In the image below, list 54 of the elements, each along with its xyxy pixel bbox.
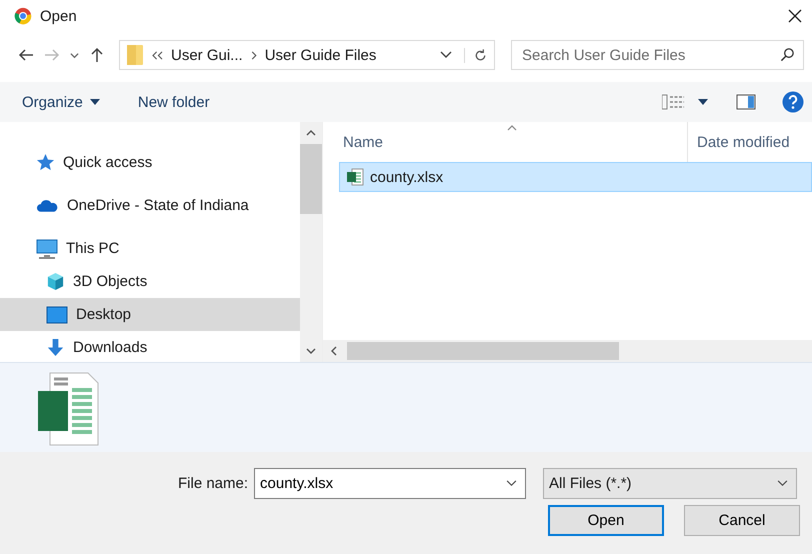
sort-icon	[507, 125, 517, 131]
search-field[interactable]: Search User Guide Files	[511, 40, 804, 70]
scroll-down-icon[interactable]	[306, 348, 316, 354]
scrollbar[interactable]	[300, 122, 322, 362]
caret-icon[interactable]	[698, 99, 708, 105]
scroll-thumb[interactable]	[347, 342, 619, 360]
preview-pane-icon[interactable]	[736, 94, 756, 110]
window-title: Open	[40, 8, 78, 24]
view-options-icon[interactable]	[662, 94, 686, 110]
nav-item[interactable]: 3D Objects	[0, 265, 300, 298]
file-name-label: File name:	[178, 475, 248, 492]
spreadsheet-preview-icon	[36, 371, 100, 447]
dropdown-icon[interactable]	[506, 480, 518, 487]
scroll-thumb[interactable]	[300, 144, 322, 214]
file-name-field[interactable]: county.xlsx	[254, 468, 526, 499]
recent-dropdown-icon[interactable]	[70, 50, 79, 60]
star-icon	[36, 153, 55, 172]
close-icon[interactable]	[788, 9, 802, 23]
chevron-icon	[250, 50, 257, 60]
breadcrumb[interactable]: User Guide Files	[264, 46, 376, 64]
up-icon[interactable]	[89, 47, 105, 63]
double-chevron-icon	[152, 50, 163, 60]
computer-icon	[36, 238, 58, 258]
search-icon[interactable]	[780, 47, 795, 62]
scroll-left-icon[interactable]	[331, 346, 337, 356]
horizontal-scrollbar[interactable]	[323, 340, 812, 362]
nav-item[interactable]: Quick access	[0, 146, 300, 179]
nav-item[interactable]: OneDrive - State of Indiana	[0, 189, 300, 222]
refresh-icon[interactable]	[464, 48, 488, 62]
caret-icon	[90, 99, 100, 105]
file-type-dropdown[interactable]: All Files (*.*)	[543, 468, 798, 499]
folder-icon	[126, 43, 144, 67]
dialog-button[interactable]: Open	[548, 505, 664, 536]
spreadsheet-icon	[346, 168, 364, 186]
back-icon[interactable]	[18, 47, 34, 63]
cloud-icon	[36, 198, 59, 212]
help-icon[interactable]	[782, 91, 804, 113]
dropdown-icon	[777, 480, 788, 487]
dropdown-icon[interactable]	[440, 51, 452, 59]
column-header[interactable]: Date modified	[688, 122, 790, 162]
toolbar-button[interactable]: New folder	[130, 90, 218, 114]
file-row[interactable]: county.xlsx	[339, 162, 812, 192]
address-bar[interactable]: User Gui... User Guide Files	[119, 40, 495, 70]
breadcrumb[interactable]: User Gui...	[171, 46, 243, 64]
toolbar-button[interactable]: Organize	[14, 90, 108, 114]
nav-item[interactable]: Desktop	[0, 298, 300, 331]
download-icon	[46, 338, 65, 357]
monitor-icon	[46, 306, 68, 324]
cube-icon	[46, 272, 65, 291]
app-icon	[14, 7, 32, 25]
nav-item[interactable]: This PC	[0, 232, 300, 265]
scroll-up-icon[interactable]	[306, 130, 316, 136]
nav-item[interactable]: Downloads	[0, 331, 300, 364]
dialog-button[interactable]: Cancel	[684, 505, 800, 536]
